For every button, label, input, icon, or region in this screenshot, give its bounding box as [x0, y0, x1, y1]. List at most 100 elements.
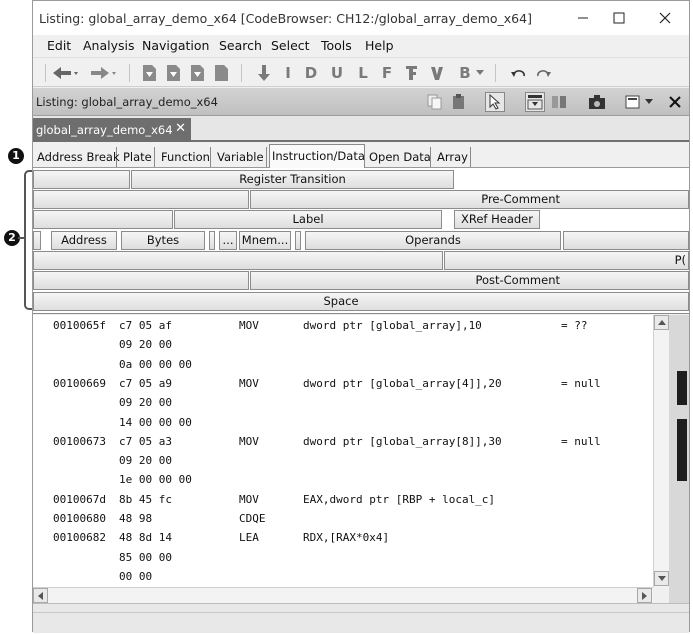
listing-mnemonic[interactable]: LEA — [239, 531, 259, 544]
listing-row[interactable]: 00 00 — [33, 570, 653, 588]
v-button[interactable] — [429, 63, 445, 83]
listing-address[interactable]: 00100680 — [53, 512, 106, 525]
diff-view-button[interactable] — [549, 92, 569, 112]
field-spacer[interactable] — [209, 231, 215, 250]
listing-mnemonic[interactable]: MOV — [239, 493, 259, 506]
snapshot-button[interactable] — [587, 92, 607, 112]
letter-button-u[interactable]: U — [329, 63, 345, 83]
letter-button-b[interactable]: B — [457, 63, 473, 83]
minimize-button[interactable] — [563, 5, 603, 31]
listing-bytes[interactable]: 85 00 00 — [119, 551, 172, 564]
field-empty[interactable] — [33, 210, 173, 229]
listing-mnemonic[interactable]: MOV — [239, 435, 259, 448]
letter-button-f[interactable]: F — [379, 63, 395, 83]
listing-row[interactable]: 0010065f c7 05 af MOV dword ptr [global_arr… — [33, 319, 653, 337]
listing-bytes[interactable]: c7 05 af — [119, 319, 172, 332]
field-label[interactable]: Label — [174, 210, 442, 229]
flip-f-button[interactable] — [403, 63, 419, 83]
listing-row[interactable]: 00100669 c7 05 a9 MOV dword ptr [global_arr… — [33, 377, 653, 395]
listing-bytes[interactable]: 0a 00 00 00 — [119, 358, 192, 371]
menu-help[interactable]: Help — [365, 38, 394, 53]
next-label-button[interactable] — [211, 63, 231, 83]
horizontal-scrollbar[interactable] — [33, 587, 653, 603]
listing-bytes[interactable]: c7 05 a3 — [119, 435, 172, 448]
listing-operands[interactable]: dword ptr [global_array[8]],30 — [303, 435, 502, 448]
listing-code-area[interactable]: 0010065f c7 05 af MOV dword ptr [global_arr… — [33, 315, 653, 587]
program-tab[interactable]: global_array_demo_x64 ✕ — [33, 118, 191, 142]
menu-search[interactable]: Search — [219, 38, 262, 53]
listing-row[interactable]: 09 20 00 — [33, 396, 653, 414]
menu-navigation[interactable]: Navigation — [142, 38, 209, 53]
listing-row[interactable]: 00100680 48 98 CDQE — [33, 512, 653, 530]
listing-address[interactable]: 00100669 — [53, 377, 106, 390]
listing-row[interactable]: 00100682 48 8d 14 LEA RDX,[RAX*0x4] — [33, 531, 653, 549]
field-empty[interactable] — [33, 190, 249, 209]
field-mnemonic[interactable]: Mnem... — [239, 231, 291, 250]
redo-button[interactable] — [533, 63, 553, 83]
menu-tools[interactable]: Tools — [321, 38, 352, 53]
listing-bytes[interactable]: 00 00 — [119, 570, 152, 583]
listing-row[interactable]: 0a 00 00 00 — [33, 358, 653, 376]
menu-select[interactable]: Select — [271, 38, 310, 53]
field-address[interactable]: Address — [51, 231, 117, 250]
listing-mnemonic[interactable]: MOV — [239, 319, 259, 332]
listing-address[interactable]: 0010067d — [53, 493, 106, 506]
listing-row[interactable]: 00100673 c7 05 a3 MOV dword ptr [global_arr… — [33, 435, 653, 453]
scroll-left-button[interactable] — [33, 588, 48, 603]
field-empty[interactable] — [33, 170, 130, 189]
field-empty[interactable] — [33, 251, 443, 270]
maximize-button[interactable] — [599, 5, 639, 31]
scroll-right-button[interactable] — [637, 588, 652, 603]
header-menu-arrow[interactable] — [643, 92, 655, 112]
letter-button-d[interactable]: D — [303, 63, 319, 83]
listing-bytes[interactable]: 14 00 00 00 — [119, 416, 192, 429]
next-selection-button[interactable] — [139, 63, 159, 83]
listing-row[interactable]: 1e 00 00 00 — [33, 473, 653, 491]
tab-array[interactable]: Array — [435, 147, 471, 167]
field-post-comment[interactable]: Post-Comment — [250, 271, 689, 290]
listing-bytes[interactable]: 48 98 — [119, 512, 152, 525]
listing-bytes[interactable]: 8b 45 fc — [119, 493, 172, 506]
copy-button[interactable] — [425, 92, 445, 112]
close-listing-button[interactable] — [665, 92, 685, 112]
listing-address[interactable]: 0010065f — [53, 319, 106, 332]
listing-operands[interactable]: RDX,[RAX*0x4] — [303, 531, 389, 544]
field-empty[interactable] — [33, 271, 249, 290]
scroll-up-button[interactable] — [654, 315, 669, 330]
listing-bytes[interactable]: 09 20 00 — [119, 338, 172, 351]
menu-edit[interactable]: Edit — [47, 38, 71, 53]
listing-mnemonic[interactable]: MOV — [239, 377, 259, 390]
header-options-button[interactable] — [623, 92, 643, 112]
b-dropdown-arrow[interactable] — [475, 63, 485, 83]
field-xref-header[interactable]: XRef Header — [454, 210, 540, 229]
listing-address[interactable]: 00100682 — [53, 531, 106, 544]
next-function-button[interactable] — [187, 63, 207, 83]
listing-eol-comment[interactable]: = null — [561, 377, 601, 390]
listing-bytes[interactable]: 09 20 00 — [119, 396, 172, 409]
field-empty[interactable] — [33, 231, 41, 250]
listing-row[interactable]: 0010067d 8b 45 fc MOV EAX,dword ptr [RBP + … — [33, 493, 653, 511]
field-bytes[interactable]: Bytes — [121, 231, 205, 250]
paste-button[interactable] — [449, 92, 469, 112]
listing-bytes[interactable]: 09 20 00 — [119, 454, 172, 467]
listing-bytes[interactable]: c7 05 a9 — [119, 377, 172, 390]
close-window-button[interactable] — [645, 5, 685, 31]
overview-margin[interactable] — [669, 315, 689, 603]
listing-eol-comment[interactable]: = null — [561, 435, 601, 448]
field-space[interactable]: Space — [33, 292, 689, 311]
field-spacer[interactable] — [295, 231, 301, 250]
field-ellipsis[interactable]: ... — [219, 231, 237, 250]
field-empty[interactable] — [563, 231, 689, 250]
tab-address-break[interactable]: Address Break — [35, 147, 120, 167]
field-header-toggle-button[interactable] — [525, 92, 545, 112]
tab-function[interactable]: Function — [159, 147, 211, 167]
listing-operands[interactable]: EAX,dword ptr [RBP + local_c] — [303, 493, 495, 506]
next-instruction-button[interactable] — [255, 63, 273, 83]
field-pre-comment[interactable]: Pre-Comment — [250, 190, 689, 209]
listing-bytes[interactable]: 1e 00 00 00 — [119, 473, 192, 486]
tab-plate[interactable]: Plate — [121, 147, 155, 167]
letter-button-i[interactable]: I — [281, 63, 295, 83]
listing-operands[interactable]: dword ptr [global_array[4]],20 — [303, 377, 502, 390]
listing-row[interactable]: 85 00 00 — [33, 551, 653, 569]
field-register-transition[interactable]: Register Transition — [131, 170, 454, 189]
